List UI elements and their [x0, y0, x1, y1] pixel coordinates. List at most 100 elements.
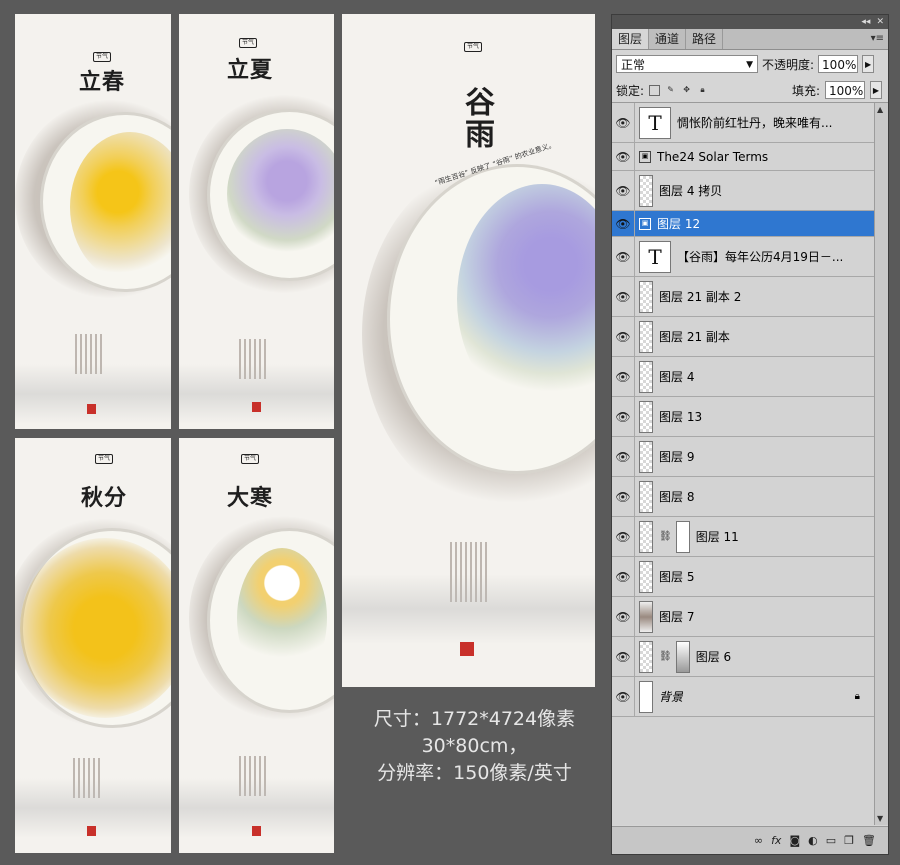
tab-layers[interactable]: 图层 [612, 29, 650, 49]
panel-menu-icon[interactable]: ▾≡ [871, 33, 884, 44]
eye-icon[interactable]: 👁︎ [612, 410, 634, 424]
seal-stamp [87, 404, 96, 414]
opacity-input[interactable]: 100% [818, 55, 859, 73]
layers-scrollbar[interactable]: ▲ ▼ [874, 103, 888, 825]
layer-thumbnail [639, 400, 653, 433]
scroll-up-icon[interactable]: ▲ [877, 105, 883, 114]
fill-slider-button[interactable]: ▶ [870, 81, 882, 99]
mist [15, 364, 171, 424]
lock-row: 锁定: ✎ ✥ 🔒︎ 填充: 100% ▶ [612, 78, 888, 103]
poster-guyu: 节气 谷雨 “雨生百谷” 反映了 “谷雨” 的农业意义。 [342, 14, 595, 687]
lock-transparency-icon[interactable] [649, 84, 661, 96]
link-layers-icon[interactable]: ∞ [754, 834, 763, 847]
collapse-icon[interactable]: ◂◂ [861, 17, 870, 27]
new-group-icon[interactable]: ▭ [826, 834, 836, 847]
mask-thumbnail [675, 640, 690, 673]
layer-row[interactable]: 👁︎ T 【谷雨】每年公历4月19日－... [612, 237, 874, 277]
logo: 节气 [241, 454, 260, 464]
layer-row[interactable]: 👁︎ ⛓ 图层 6 [612, 637, 874, 677]
link-icon[interactable]: ⛓ [659, 531, 672, 542]
poster-title: 大寒 [227, 485, 274, 511]
layer-thumbnail [639, 480, 653, 513]
layer-thumbnail [639, 520, 653, 553]
scroll-down-icon[interactable]: ▼ [877, 814, 883, 823]
adjustment-icon[interactable]: ◐ [808, 834, 818, 847]
layer-row[interactable]: 👁︎ 图层 21 副本 2 [612, 277, 874, 317]
layer-row[interactable]: 👁︎ 图层 9 [612, 437, 874, 477]
tab-channels[interactable]: 通道 [649, 29, 687, 49]
eye-icon[interactable]: 👁︎ [612, 184, 634, 198]
eye-icon[interactable]: 👁︎ [612, 610, 634, 624]
add-mask-icon[interactable]: ◙ [789, 834, 800, 847]
blend-mode-value: 正常 [621, 58, 646, 72]
layer-row[interactable]: 👁︎ 图层 7 [612, 597, 874, 637]
seal-stamp [87, 826, 96, 836]
tab-paths[interactable]: 路径 [686, 29, 724, 49]
layer-name: 图层 11 [695, 530, 739, 544]
lock-label: 锁定: [616, 83, 645, 98]
cm-line: 30*80cm， [421, 735, 528, 757]
layer-row[interactable]: 👁︎ 背景 🔒︎ [612, 677, 874, 717]
layer-row[interactable]: 👁︎ 图层 13 [612, 397, 874, 437]
layer-thumbnail [639, 360, 653, 393]
fx-icon[interactable]: fx [771, 834, 781, 847]
blend-mode-select[interactable]: 正常 ▼ [616, 55, 758, 73]
eye-icon[interactable]: 👁︎ [612, 650, 634, 664]
panel-footer: ∞ fx ◙ ◐ ▭ ❐ 🗑︎ [612, 826, 888, 854]
eye-icon[interactable]: 👁︎ [612, 250, 634, 264]
chevron-down-icon: ▼ [746, 60, 753, 70]
poster-title: 谷雨 [459, 86, 494, 150]
lock-move-icon[interactable]: ✥ [681, 85, 692, 96]
layer-row[interactable]: 👁︎ T 惆怅阶前红牡丹，晚来唯有... [612, 103, 874, 143]
layer-row[interactable]: 👁︎ 图层 4 拷贝 [612, 171, 874, 211]
eye-icon[interactable]: 👁︎ [612, 450, 634, 464]
eye-icon[interactable]: 👁︎ [612, 370, 634, 384]
eye-icon[interactable]: 👁︎ [612, 530, 634, 544]
poster-lichun: 节气 立春 [15, 14, 171, 429]
logo: 节气 [464, 42, 483, 52]
mist [179, 364, 334, 424]
layer-row[interactable]: 👁︎ 图层 8 [612, 477, 874, 517]
link-icon[interactable]: ⛓ [659, 651, 672, 662]
layer-row-selected[interactable]: 👁︎ ▣ 图层 12 [612, 211, 874, 237]
opacity-slider-button[interactable]: ▶ [862, 55, 875, 73]
layer-name: 图层 4 拷贝 [659, 184, 723, 198]
poster-lixia: 节气 立夏 [179, 14, 334, 429]
layer-row[interactable]: 👁︎ 图层 21 副本 [612, 317, 874, 357]
close-icon[interactable]: ✕ [876, 17, 884, 27]
layer-row[interactable]: 👁︎ 图层 5 [612, 557, 874, 597]
layer-name: 惆怅阶前红牡丹，晚来唯有... [677, 116, 833, 130]
eye-icon[interactable]: 👁︎ [612, 150, 634, 164]
layer-name: 图层 4 [659, 370, 695, 384]
eye-icon[interactable]: 👁︎ [612, 330, 634, 344]
layers-panel: ◂◂ ✕ 图层 通道 路径 ▾≡ 正常 ▼ 不透明度: 100% ▶ 锁定: ✎ … [611, 14, 889, 855]
layer-row[interactable]: 👁︎ ▣ The24 Solar Terms [612, 143, 874, 171]
logo: 节气 [93, 52, 112, 62]
trash-icon[interactable]: 🗑︎ [862, 834, 876, 847]
fill-input[interactable]: 100% [825, 81, 865, 99]
eye-icon[interactable]: 👁︎ [612, 116, 634, 130]
eye-icon[interactable]: 👁︎ [612, 690, 634, 704]
panel-titlebar: ◂◂ ✕ [612, 15, 888, 29]
layer-row[interactable]: 👁︎ ⛓ 图层 11 [612, 517, 874, 557]
lock-paint-icon[interactable]: ✎ [665, 85, 676, 96]
new-layer-icon[interactable]: ❐ [844, 834, 854, 847]
layer-thumbnail [639, 320, 653, 353]
resolution-line: 分辨率：150像素/英寸 [377, 762, 572, 784]
layer-name: 图层 9 [659, 450, 695, 464]
smart-object-icon: ▣ [639, 217, 651, 230]
layer-thumbnail [639, 174, 653, 207]
eye-icon[interactable]: 👁︎ [612, 290, 634, 304]
layer-name: 图层 21 副本 [659, 330, 730, 344]
lock-all-icon[interactable]: 🔒︎ [697, 85, 708, 96]
mist [342, 574, 595, 644]
eye-icon[interactable]: 👁︎ [612, 490, 634, 504]
text-layer-thumbnail: T [639, 240, 671, 273]
eye-icon[interactable]: 👁︎ [612, 217, 634, 231]
layer-thumbnail [639, 600, 653, 633]
eye-icon[interactable]: 👁︎ [612, 570, 634, 584]
poster-title: 立春 [79, 69, 126, 95]
layer-row[interactable]: 👁︎ 图层 4 [612, 357, 874, 397]
layer-name: 图层 6 [695, 650, 732, 664]
seal-stamp [252, 826, 261, 836]
